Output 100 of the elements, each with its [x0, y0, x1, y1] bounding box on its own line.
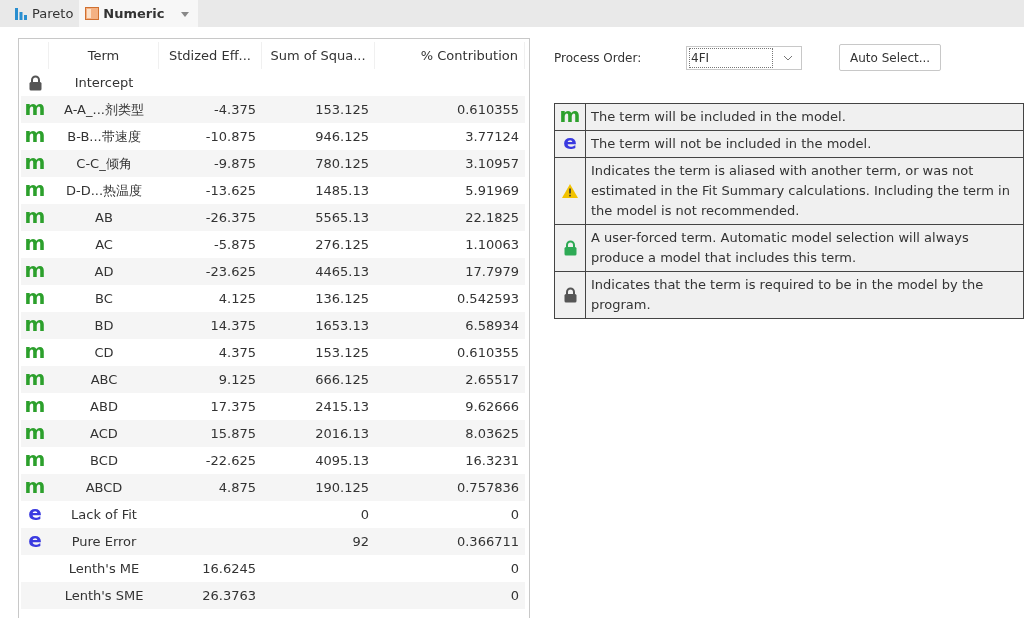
- model-term-symbol: m: [24, 367, 46, 388]
- table-cell: 4.125: [218, 291, 256, 306]
- table-cell: 0: [360, 507, 369, 522]
- table-cell: 9.125: [218, 372, 256, 387]
- table-cell: 3.10957: [465, 156, 519, 171]
- table-cell: Lack of Fit: [71, 507, 137, 522]
- table-cell: 2415.13: [315, 399, 369, 414]
- table-cell: 666.125: [315, 372, 369, 387]
- table-row[interactable]: m ABC 9.125 666.125 2.65517: [21, 366, 525, 393]
- table-cell: 153.125: [315, 102, 369, 117]
- model-term-symbol: m: [24, 286, 46, 307]
- table-cell: B-B...带速度: [67, 127, 141, 146]
- tab[interactable]: Pareto: [8, 0, 80, 27]
- table-cell: 16.3231: [465, 453, 519, 468]
- table-cell: D-D...热温度: [65, 181, 143, 200]
- table-cell: -22.625: [205, 453, 256, 468]
- table-cell: 1485.13: [315, 183, 369, 198]
- model-term-symbol: m: [24, 205, 46, 226]
- table-cell: Intercept: [74, 75, 134, 90]
- model-term-symbol: m: [24, 448, 46, 469]
- table-cell: 0: [510, 588, 519, 603]
- table-cell: -13.625: [205, 183, 256, 198]
- legend-text: The term will not be included in the model.: [590, 135, 873, 153]
- table-cell: 92: [352, 534, 369, 549]
- table-cell: 3.77124: [465, 129, 519, 144]
- table-cell: AD: [94, 264, 114, 279]
- table-cell: AB: [95, 210, 113, 225]
- table-cell: 0.542593: [456, 291, 519, 306]
- auto-select-button[interactable]: Auto Select...: [839, 44, 942, 71]
- table-row[interactable]: e Pure Error 92 0.366711: [21, 528, 525, 555]
- table-cell: -4.375: [214, 102, 256, 117]
- bar-chart-icon: [14, 7, 28, 20]
- table-cell: 153.125: [315, 345, 369, 360]
- table-icon: [85, 7, 100, 20]
- error-term-symbol: e: [28, 502, 42, 523]
- table-cell: 9.62666: [465, 399, 519, 414]
- table-cell: 5.91969: [465, 183, 519, 198]
- table-cell: A-A_...剂类型: [64, 100, 144, 119]
- table-cell: 14.375: [210, 318, 256, 333]
- table-cell: 136.125: [315, 291, 369, 306]
- table-cell: 276.125: [315, 237, 369, 252]
- model-term-symbol: m: [24, 313, 46, 334]
- table-cell: 17.7979: [465, 264, 519, 279]
- table-row[interactable]: Lenth's SME 26.3763 0: [21, 582, 525, 609]
- table-cell: 4465.13: [315, 264, 369, 279]
- model-term-symbol: m: [24, 259, 46, 280]
- table-cell: C-C_倾角: [76, 154, 132, 173]
- tab[interactable]: Numeric: [79, 0, 199, 27]
- table-cell: -26.375: [205, 210, 256, 225]
- table-cell: ABD: [90, 399, 118, 414]
- lock-icon: [563, 287, 577, 303]
- table-cell: 16.6245: [202, 561, 256, 576]
- legend-text: Indicates the term is aliased with another term, or was not estimated in the Fit Summary calculations. Including the term in the model is not recommended.: [590, 162, 1011, 220]
- process-order-dropdown[interactable]: 4FI: [686, 45, 802, 70]
- table-row[interactable]: m BD 14.375 1653.13 6.58934: [21, 312, 525, 339]
- table-cell: 0.757836: [456, 480, 519, 495]
- table-cell: 946.125: [315, 129, 369, 144]
- table-cell: 0: [510, 507, 519, 522]
- table-cell: 1653.13: [315, 318, 369, 333]
- model-term-symbol: m: [24, 232, 46, 253]
- table-row[interactable]: m AD -23.625 4465.13 17.7979: [21, 258, 525, 285]
- table-cell: CD: [94, 345, 114, 360]
- process-order-label: Process Order:: [554, 50, 643, 65]
- model-term-symbol: m: [24, 475, 46, 496]
- table-cell: 780.125: [315, 156, 369, 171]
- legend-text: The term will be included in the model.: [590, 108, 847, 126]
- lock-icon: [28, 74, 42, 91]
- table-cell: 26.3763: [202, 588, 256, 603]
- table-cell: BC: [95, 291, 113, 306]
- table-row[interactable]: m ACD 15.875 2016.13 8.03625: [21, 420, 525, 447]
- error-term-symbol: e: [28, 529, 42, 550]
- error-term-symbol: e: [563, 132, 577, 152]
- table-row[interactable]: m AB -26.375 5565.13 22.1825: [21, 204, 525, 231]
- table-cell: Pure Error: [71, 534, 137, 549]
- table-cell: 0.366711: [456, 534, 519, 549]
- table-cell: ABCD: [85, 480, 123, 495]
- table-cell: 15.875: [210, 426, 256, 441]
- table-cell: BD: [94, 318, 114, 333]
- table-cell: Lenth's ME: [68, 561, 140, 576]
- model-term-symbol: m: [24, 421, 46, 442]
- table-cell: 4.875: [218, 480, 256, 495]
- table-cell: 0.610355: [456, 345, 519, 360]
- model-term-symbol: m: [24, 178, 46, 199]
- table-cell: 190.125: [315, 480, 369, 495]
- table-cell: Lenth's SME: [64, 588, 144, 603]
- table-cell: -9.875: [214, 156, 256, 171]
- model-term-symbol: m: [24, 340, 46, 361]
- legend-text: Indicates that the term is required to be in the model by the program.: [590, 276, 985, 314]
- warning-icon: [561, 183, 579, 199]
- table-row[interactable]: m C-C_倾角 -9.875 780.125 3.10957: [21, 150, 525, 177]
- table-cell: -10.875: [205, 129, 256, 144]
- table-row[interactable]: m ABCD 4.875 190.125 0.757836: [21, 474, 525, 501]
- table-cell: ACD: [90, 426, 118, 441]
- table-cell: -5.875: [214, 237, 256, 252]
- table-row[interactable]: m A-A_...剂类型 -4.375 153.125 0.610355: [21, 96, 525, 123]
- table-cell: -23.625: [205, 264, 256, 279]
- table-cell: 0.610355: [456, 102, 519, 117]
- model-term-symbol: m: [24, 124, 46, 145]
- table-cell: 22.1825: [465, 210, 519, 225]
- table-cell: 2.65517: [465, 372, 519, 387]
